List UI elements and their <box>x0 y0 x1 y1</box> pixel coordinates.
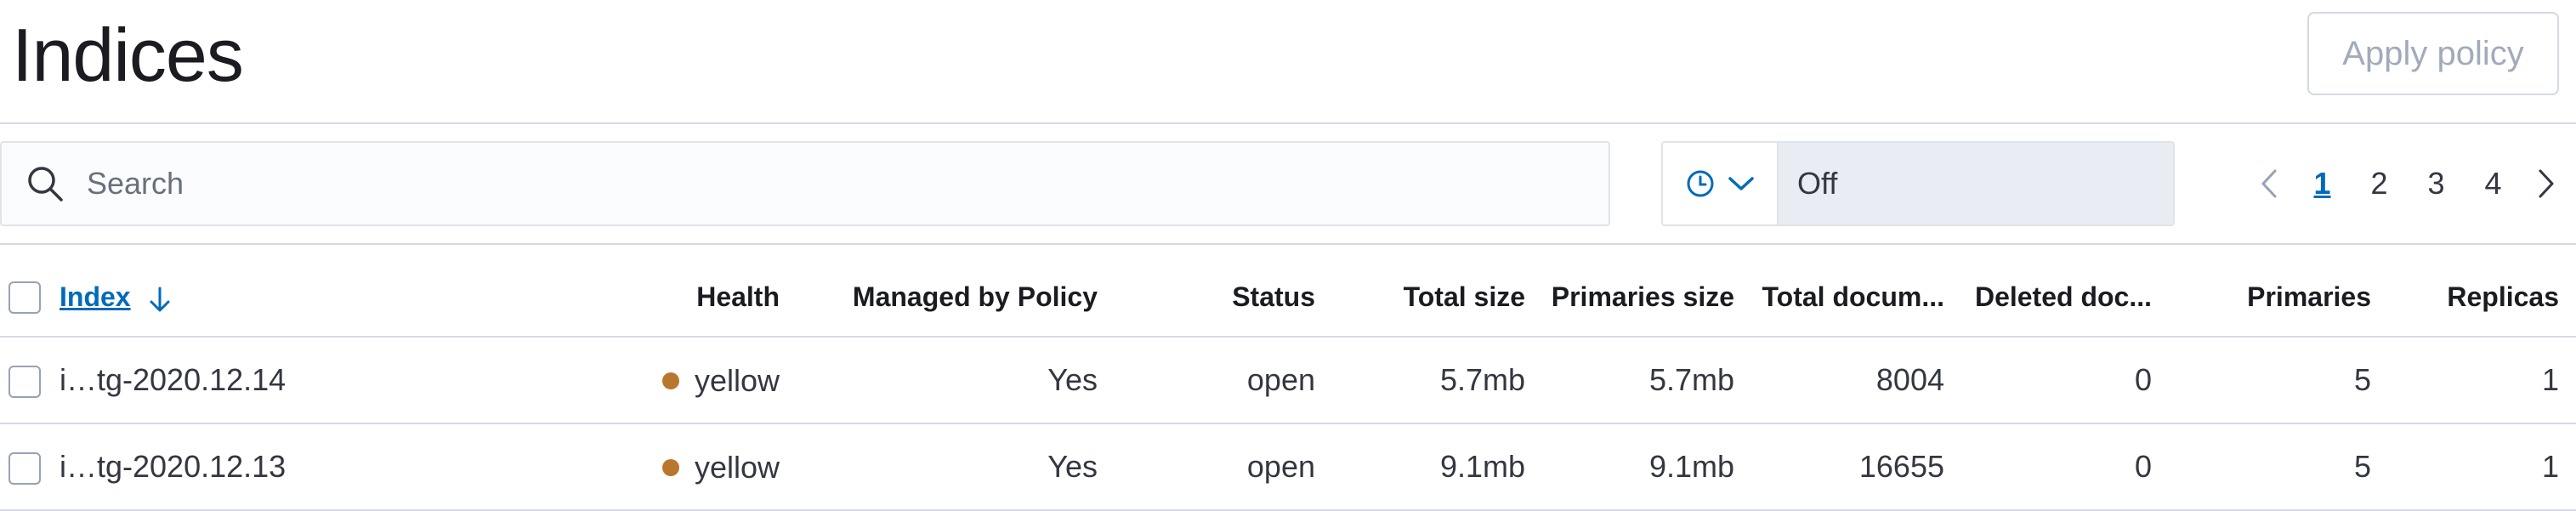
replicas-cell: 1 <box>2388 423 2576 511</box>
column-header-status[interactable]: Status <box>1115 258 1332 338</box>
table-row: i…tg-2020.12.13 yellow Yes open 9.1mb 9.… <box>0 423 2576 511</box>
divider <box>0 122 2576 124</box>
pagination: 1 2 3 4 <box>2244 158 2571 209</box>
apply-policy-button[interactable]: Apply policy <box>2307 12 2559 95</box>
column-header-health[interactable]: Health <box>638 258 797 338</box>
index-name[interactable]: i…tg-2020.12.13 <box>60 423 638 511</box>
column-header-index[interactable]: Index <box>60 258 638 338</box>
chevron-down-icon <box>1728 177 1754 190</box>
refresh-interval-value: Off <box>1779 143 2173 224</box>
row-select-cell <box>0 337 60 424</box>
health-dot <box>661 372 679 389</box>
previous-page-button[interactable] <box>2244 158 2294 209</box>
primaries-size-cell: 5.7mb <box>1542 337 1751 424</box>
column-header-deleted-docs[interactable]: Deleted doc... <box>1961 258 2169 338</box>
column-header-managed[interactable]: Managed by Policy <box>797 258 1115 338</box>
index-name[interactable]: i…tg-2020.12.14 <box>60 337 638 424</box>
search-input[interactable] <box>87 166 1532 202</box>
page-title: Indices <box>12 13 244 97</box>
status-cell: open <box>1115 337 1332 424</box>
health-cell: yellow <box>638 337 797 424</box>
health-cell: yellow <box>638 423 797 511</box>
total-size-cell: 5.7mb <box>1332 337 1542 424</box>
managed-cell: Yes <box>797 337 1115 424</box>
total-docs-cell: 8004 <box>1751 337 1961 424</box>
health-label: yellow <box>694 450 780 485</box>
total-docs-cell: 16655 <box>1751 423 1961 511</box>
chevron-right-icon <box>2539 169 2554 198</box>
refresh-interval-control: Off <box>1661 141 2175 226</box>
status-cell: open <box>1115 423 1332 511</box>
column-header-primaries[interactable]: Primaries <box>2169 258 2388 338</box>
search-icon <box>28 167 63 202</box>
page-3-link[interactable]: 3 <box>2408 166 2465 202</box>
divider <box>0 243 2576 245</box>
health-label: yellow <box>694 363 780 398</box>
search-bar[interactable] <box>0 141 1610 226</box>
refresh-interval-button[interactable] <box>1663 143 1779 224</box>
select-all-checkbox[interactable] <box>9 281 41 315</box>
column-header-primaries-size[interactable]: Primaries size <box>1542 258 1751 338</box>
arrow-down-icon <box>150 287 170 312</box>
primaries-cell: 5 <box>2169 337 2388 424</box>
deleted-docs-cell: 0 <box>1961 337 2169 424</box>
column-header-replicas[interactable]: Replicas <box>2388 258 2576 338</box>
primaries-cell: 5 <box>2169 423 2388 511</box>
deleted-docs-cell: 0 <box>1961 423 2169 511</box>
row-select-cell <box>0 423 60 511</box>
page-1-link[interactable]: 1 <box>2294 166 2351 202</box>
next-page-button[interactable] <box>2522 158 2571 209</box>
replicas-cell: 1 <box>2388 337 2576 424</box>
select-all-cell <box>0 258 60 338</box>
health-dot <box>661 459 679 476</box>
page-4-link[interactable]: 4 <box>2465 166 2522 202</box>
managed-cell: Yes <box>797 423 1115 511</box>
row-checkbox[interactable] <box>9 452 41 485</box>
row-checkbox[interactable] <box>9 366 41 399</box>
clock-icon <box>1687 170 1714 197</box>
indices-table: Index Health Managed by Policy Status To… <box>0 258 2576 511</box>
column-header-total-size[interactable]: Total size <box>1332 258 1542 338</box>
column-header-total-docs[interactable]: Total docum... <box>1751 258 1961 338</box>
page-2-link[interactable]: 2 <box>2351 166 2408 202</box>
table-row: i…tg-2020.12.14 yellow Yes open 5.7mb 5.… <box>0 337 2576 424</box>
table-header-row: Index Health Managed by Policy Status To… <box>0 258 2576 338</box>
chevron-left-icon <box>2261 169 2277 198</box>
total-size-cell: 9.1mb <box>1332 423 1542 511</box>
primaries-size-cell: 9.1mb <box>1542 423 1751 511</box>
